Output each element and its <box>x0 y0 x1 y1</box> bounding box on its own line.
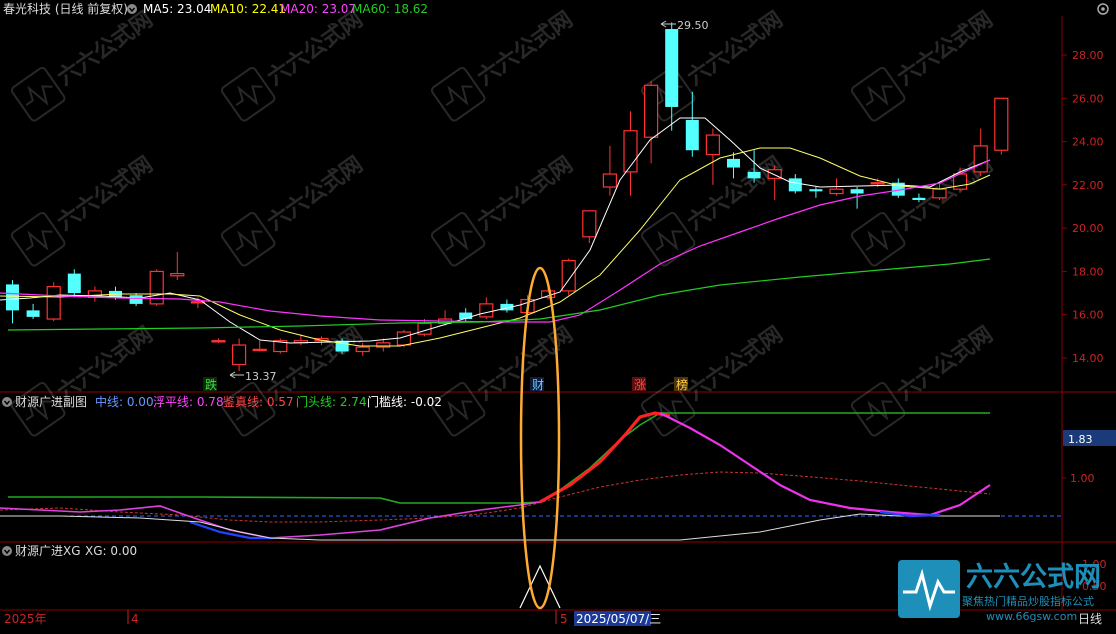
jianzhenxian-label: 鉴真线: 0.57 <box>223 395 294 409</box>
candle-up[interactable] <box>973 145 988 173</box>
candle-up[interactable] <box>252 348 267 352</box>
brand-tagline: 聚焦热门精品炒股指标公式 <box>962 594 1094 608</box>
price-tick-label: 24.00 <box>1072 136 1104 149</box>
candle-up[interactable] <box>643 84 659 138</box>
candle-down[interactable] <box>6 284 19 311</box>
candle-down[interactable] <box>26 310 40 317</box>
ma10-label: MA10: 22.41 <box>210 2 286 16</box>
candle-up[interactable] <box>582 210 597 238</box>
cursor-date-label: 2025/05/07/三 <box>576 612 661 626</box>
ma5-label: MA5: 23.04 <box>143 2 211 16</box>
time-label-may: 5 <box>560 612 568 626</box>
candle-down[interactable] <box>788 178 802 192</box>
stock-chart-window[interactable]: 六六公式网 六六公式网 六六公式网 六六公式网 六六公式网 六六公式网 六六公式网 六六公式网… <box>0 0 1116 630</box>
high-price-label: 29.50 <box>677 19 709 32</box>
sub-panel-legend: 财源广进副图 中线: 0.00 浮平线: 0.78 鉴真线: 0.57 门头线:… <box>2 394 442 409</box>
time-label-year: 2025年 <box>4 612 47 626</box>
xg-panel-title: 财源广进XG <box>15 544 81 558</box>
price-tick-label: 20.00 <box>1072 222 1104 235</box>
candle-down[interactable] <box>665 29 679 107</box>
xg-value-label: XG: 0.00 <box>85 544 137 558</box>
candle-up[interactable] <box>932 188 947 199</box>
candle-down[interactable] <box>67 273 81 294</box>
candle-up[interactable] <box>602 173 618 188</box>
candle-down[interactable] <box>727 158 740 168</box>
stock-title: 春光科技 (日线 前复权) <box>3 1 128 16</box>
mentouxian-label: 门头线: 2.74 <box>296 394 367 409</box>
candle-up[interactable] <box>46 285 61 320</box>
chevron-down-icon[interactable] <box>2 397 12 407</box>
candle-down[interactable] <box>685 119 699 151</box>
price-tick-label: 22.00 <box>1072 179 1104 192</box>
price-tick-label: 16.00 <box>1072 309 1104 322</box>
time-label-april: 4 <box>131 612 139 626</box>
candle-up[interactable] <box>355 346 370 353</box>
sub-axis-tick-1: 1.83 <box>1068 433 1093 446</box>
price-tick-label: 28.00 <box>1072 49 1104 62</box>
signal-cai: 财 <box>532 378 544 392</box>
sub-panel-title: 财源广进副图 <box>15 395 87 409</box>
period-label[interactable]: 日线 <box>1078 612 1102 626</box>
candle-up[interactable] <box>994 97 1009 151</box>
candle-down[interactable] <box>850 189 864 194</box>
brand-name: 六六公式网 <box>966 562 1101 593</box>
price-tick-label: 18.00 <box>1072 265 1104 278</box>
ma60-label: MA60: 18.62 <box>352 2 428 16</box>
fupingxian-label: 浮平线: 0.78 <box>153 395 224 409</box>
price-tick-label: 26.00 <box>1072 92 1104 105</box>
candle-up[interactable] <box>479 303 494 318</box>
brand-url: www.66gsw.com <box>986 610 1077 623</box>
candle-up[interactable] <box>232 344 247 366</box>
chevron-down-icon[interactable] <box>2 546 12 556</box>
signal-zhang: 涨 <box>634 377 646 392</box>
menkanxian-label: 门槛线: -0.02 <box>367 394 442 409</box>
candle-up[interactable] <box>211 340 226 343</box>
candle-up[interactable] <box>705 134 721 156</box>
low-price-label: 13.37 <box>245 370 277 383</box>
sub-axis-tick-2: 1.00 <box>1070 472 1095 485</box>
signal-bang: 榜 <box>676 377 688 392</box>
candle-down[interactable] <box>912 197 926 201</box>
candle-up[interactable] <box>870 182 885 185</box>
candle-down[interactable] <box>809 189 823 192</box>
candle-down[interactable] <box>129 295 143 304</box>
price-tick-label: 14.00 <box>1072 352 1104 365</box>
zhongxian-label: 中线: 0.00 <box>95 394 154 409</box>
candle-up[interactable] <box>829 188 844 195</box>
candle-up[interactable] <box>170 272 185 277</box>
candle-up[interactable] <box>376 342 391 348</box>
candle-down[interactable] <box>747 171 761 179</box>
signal-die: 跌 <box>205 377 217 392</box>
ma20-label: MA20: 23.07 <box>280 2 356 16</box>
chevron-down-icon[interactable] <box>127 4 137 14</box>
xg-panel-legend: 财源广进XG XG: 0.00 <box>2 544 137 558</box>
brand-logo: 六六公式网 聚焦热门精品炒股指标公式 www.66gsw.com <box>898 560 1101 623</box>
